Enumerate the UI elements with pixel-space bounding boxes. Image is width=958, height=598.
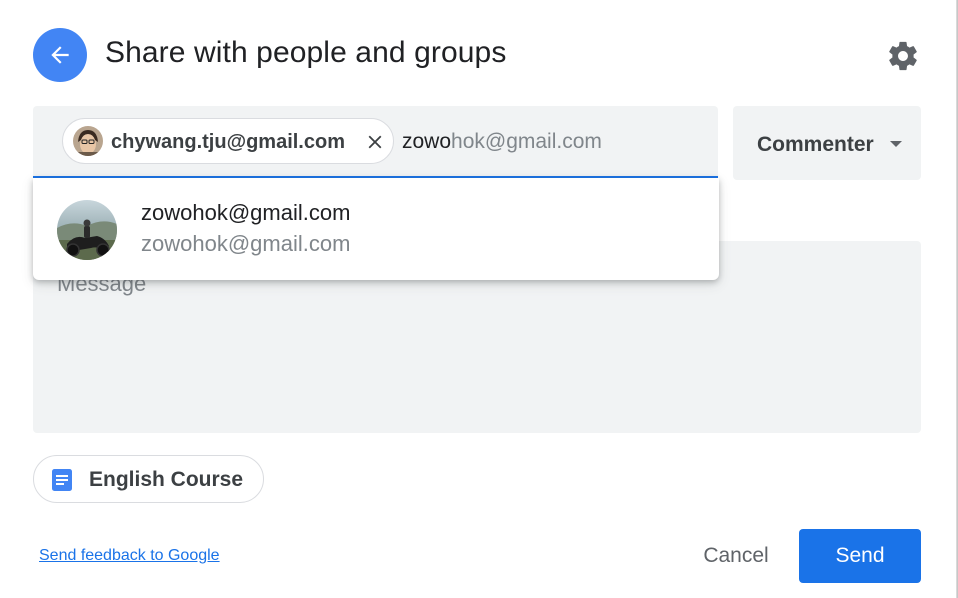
back-button[interactable] <box>33 28 87 82</box>
suggestion-name: zowohok@gmail.com <box>141 200 351 225</box>
close-icon <box>368 135 382 149</box>
suggestion-item[interactable]: zowohok@gmail.com zowohok@gmail.com <box>33 178 719 280</box>
chip-email: chywang.tju@gmail.com <box>111 131 345 153</box>
gear-icon <box>889 41 917 71</box>
cancel-button[interactable]: Cancel <box>687 530 785 582</box>
autocomplete-suffix: hok@gmail.com <box>451 130 602 153</box>
avatar <box>73 126 103 156</box>
role-selected-label: Commenter <box>757 133 874 156</box>
caret-down-icon <box>890 141 902 147</box>
suggestion-avatar <box>57 200 117 260</box>
google-docs-icon <box>52 469 72 491</box>
dialog-title: Share with people and groups <box>105 36 507 69</box>
document-chip: English Course <box>33 455 264 503</box>
recipient-input-field[interactable]: chywang.tju@gmail.com zowohok@gmail.com <box>33 106 718 178</box>
send-button[interactable]: Send <box>799 529 921 583</box>
send-feedback-link[interactable]: Send feedback to Google <box>39 547 220 565</box>
document-title: English Course <box>89 468 244 491</box>
recipient-text-input[interactable]: zowohok@gmail.com <box>402 130 602 154</box>
typed-text: zowo <box>402 130 452 153</box>
suggestion-email: zowohok@gmail.com <box>141 231 351 256</box>
recipient-chip[interactable]: chywang.tju@gmail.com <box>62 118 394 164</box>
remove-chip-button[interactable] <box>363 130 387 154</box>
arrow-left-icon <box>51 46 69 64</box>
role-dropdown[interactable]: Commenter <box>733 106 921 180</box>
settings-button[interactable] <box>884 37 922 75</box>
share-dialog: Share with people and groups chywang.tju… <box>0 0 958 598</box>
